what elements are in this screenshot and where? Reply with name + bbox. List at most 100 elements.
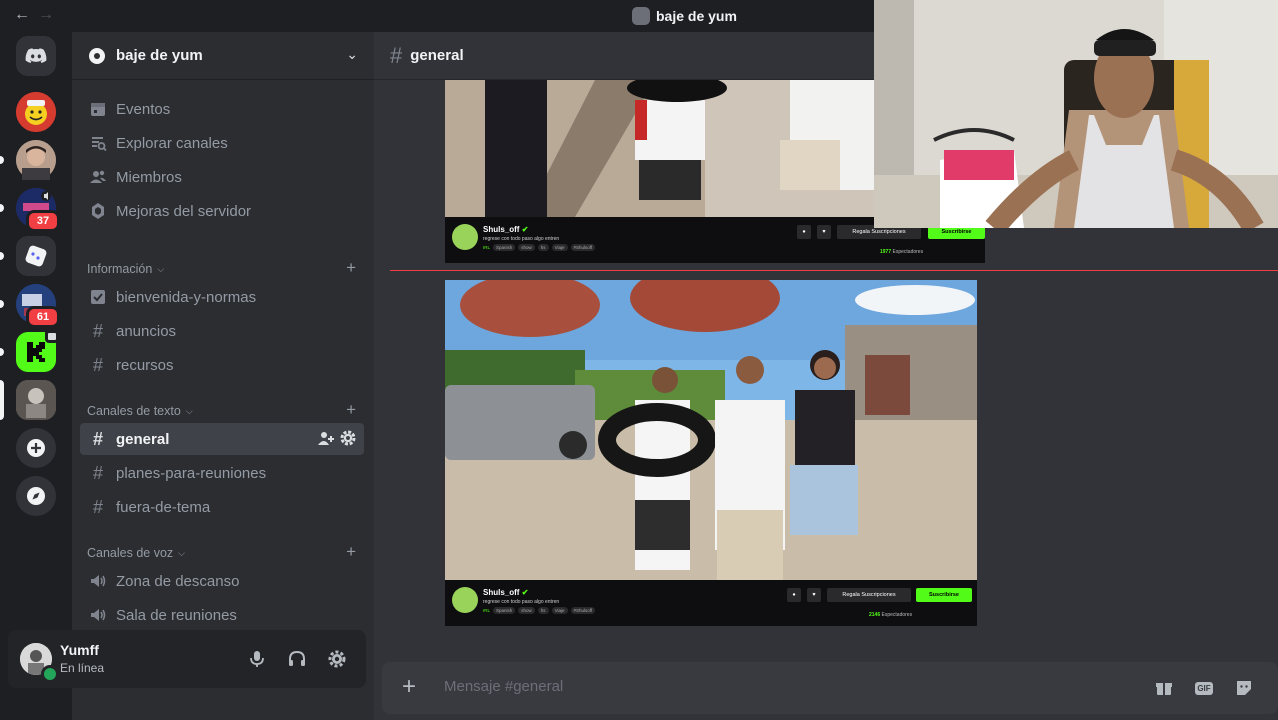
voice-zona-de-descanso[interactable]: Zona de descanso <box>80 565 364 597</box>
dice-icon <box>25 245 47 267</box>
streamer-avatar[interactable] <box>452 587 478 613</box>
heart-icon[interactable]: ♥ <box>807 588 821 602</box>
server-icon-3[interactable]: 37 <box>16 188 60 232</box>
server-icon-lego[interactable] <box>16 92 56 132</box>
new-messages-divider <box>390 270 1278 271</box>
category-label: Información <box>87 262 153 276</box>
stream-tag[interactable]: Viaje <box>551 607 568 614</box>
hashtag-icon: # <box>390 42 403 68</box>
gift-subs-button[interactable]: Regala Suscripciones <box>827 588 911 602</box>
nav-members[interactable]: Miembros <box>80 161 364 193</box>
nav-browse-channels[interactable]: Explorar canales <box>80 127 364 159</box>
chevron-down-icon: ⌄ <box>346 46 358 62</box>
speaker-icon <box>88 571 108 591</box>
voice-sala-de-reuniones[interactable]: Sala de reuniones <box>80 599 364 631</box>
stream-tags: IRL Spanish show hs Viaje #Shulsoff <box>483 607 596 614</box>
category-canales-de-voz[interactable]: Canales de voz ⌵ + <box>80 543 364 563</box>
server-icon-photo-1[interactable] <box>16 140 56 180</box>
user-panel: Yumff En línea <box>0 630 374 688</box>
active-server-art-icon <box>16 380 56 420</box>
bell-icon[interactable]: ● <box>787 588 801 602</box>
subscribe-button[interactable]: Suscribirse <box>916 588 972 602</box>
stream-tag[interactable]: #Shulsoff <box>570 607 596 614</box>
arrow-left-icon[interactable]: ← <box>14 6 30 24</box>
message-input[interactable]: Mensaje #general <box>444 678 563 695</box>
streamer-name[interactable]: Shuls_off ✔ <box>483 225 528 234</box>
gear-icon[interactable] <box>340 430 356 446</box>
server-icon-dice[interactable] <box>16 236 56 276</box>
channel-actions <box>318 430 356 446</box>
nav-label: Mejoras del servidor <box>116 202 252 220</box>
channel-anuncios[interactable]: # anuncios <box>80 315 364 347</box>
stream-tag[interactable]: hs <box>537 607 549 614</box>
heart-icon[interactable]: ♥ <box>817 225 831 239</box>
nav-events[interactable]: Eventos <box>80 93 364 125</box>
stream-video-2[interactable] <box>445 280 977 580</box>
user-settings-button[interactable] <box>323 645 351 673</box>
kick-logo-icon <box>27 342 45 362</box>
server-header[interactable]: baje de yum ⌄ <box>72 32 374 80</box>
add-channel-plus-icon[interactable]: + <box>346 401 356 419</box>
server-icon-kick[interactable] <box>16 329 59 372</box>
sticker-icon[interactable] <box>1233 677 1255 699</box>
hashtag-icon: # <box>92 462 103 483</box>
nav-server-boost[interactable]: Mejoras del servidor <box>80 195 364 227</box>
server-rail: 37 61 <box>0 32 72 720</box>
arrow-right-icon[interactable]: → <box>38 6 54 24</box>
discover-button[interactable] <box>16 476 56 516</box>
stream-tag[interactable]: #Shulsoff <box>570 244 596 251</box>
server-icon-baje-de-yum[interactable] <box>16 380 56 420</box>
channel-sidebar: baje de yum ⌄ Eventos Explorar canales M… <box>72 32 374 720</box>
hashtag-icon: # <box>92 428 103 449</box>
streamer-name[interactable]: Shuls_off ✔ <box>483 588 528 597</box>
channel-label: bienvenida-y-normas <box>116 288 257 306</box>
server-icon-baje[interactable]: 61 <box>16 284 60 328</box>
server-name: baje de yum <box>116 47 203 64</box>
chat-channel-name: general <box>410 47 464 64</box>
category-informacion[interactable]: Información ⌵ + <box>80 259 364 279</box>
headphones-button[interactable] <box>283 645 311 673</box>
channel-recursos[interactable]: # recursos <box>80 349 364 381</box>
stream-frame-2 <box>445 280 977 580</box>
stream-tag[interactable]: Spanish <box>493 607 516 614</box>
server-badge-icon <box>89 47 105 64</box>
user-name[interactable]: Yumff <box>60 642 99 658</box>
message-composer: + Mensaje #general GIF <box>382 662 1278 714</box>
hashtag-icon: # <box>92 496 103 517</box>
invite-icon[interactable] <box>318 430 334 446</box>
stream-title: regrese con todo paso algo entren <box>483 236 560 242</box>
channel-planes[interactable]: # planes-para-reuniones <box>80 457 364 489</box>
unread-pill <box>0 156 4 164</box>
category-canales-de-texto[interactable]: Canales de texto ⌵ + <box>80 401 364 421</box>
stream-tag[interactable]: Spanish <box>493 244 516 251</box>
channel-fuera-de-tema[interactable]: # fuera-de-tema <box>80 491 364 523</box>
stream-tag[interactable]: show <box>518 244 535 251</box>
stream-tag[interactable]: IRL <box>483 244 490 251</box>
stream-tag[interactable]: IRL <box>483 607 490 614</box>
channel-label: anuncios <box>116 322 177 340</box>
event-icon <box>45 329 59 343</box>
unread-pill <box>0 300 4 308</box>
channel-general[interactable]: # general <box>80 423 364 455</box>
gif-button[interactable]: GIF <box>1193 677 1215 699</box>
channel-bienvenida[interactable]: bienvenida-y-normas <box>80 281 364 313</box>
mic-button[interactable] <box>243 645 271 673</box>
add-server-button[interactable] <box>16 428 56 468</box>
lego-avatar-icon <box>16 92 56 132</box>
add-channel-plus-icon[interactable]: + <box>346 259 356 277</box>
attach-plus-button[interactable]: + <box>396 673 422 700</box>
streamer-avatar[interactable] <box>452 224 478 250</box>
gift-icon[interactable] <box>1153 677 1175 699</box>
user-panel-background <box>8 630 366 688</box>
category-label: Canales de voz <box>87 546 174 560</box>
add-channel-plus-icon[interactable]: + <box>346 543 356 561</box>
discord-home-button[interactable] <box>16 36 56 76</box>
stream-tag[interactable]: show <box>518 607 535 614</box>
stream-tag[interactable]: Viaje <box>551 244 568 251</box>
stream-frame-1 <box>445 80 874 217</box>
bell-icon[interactable]: ● <box>797 225 811 239</box>
chevron-down-icon: ⌵ <box>178 547 185 558</box>
webcam-feed <box>874 0 1278 228</box>
stream-tag[interactable]: hs <box>537 244 549 251</box>
stream-video-1[interactable] <box>445 80 874 217</box>
